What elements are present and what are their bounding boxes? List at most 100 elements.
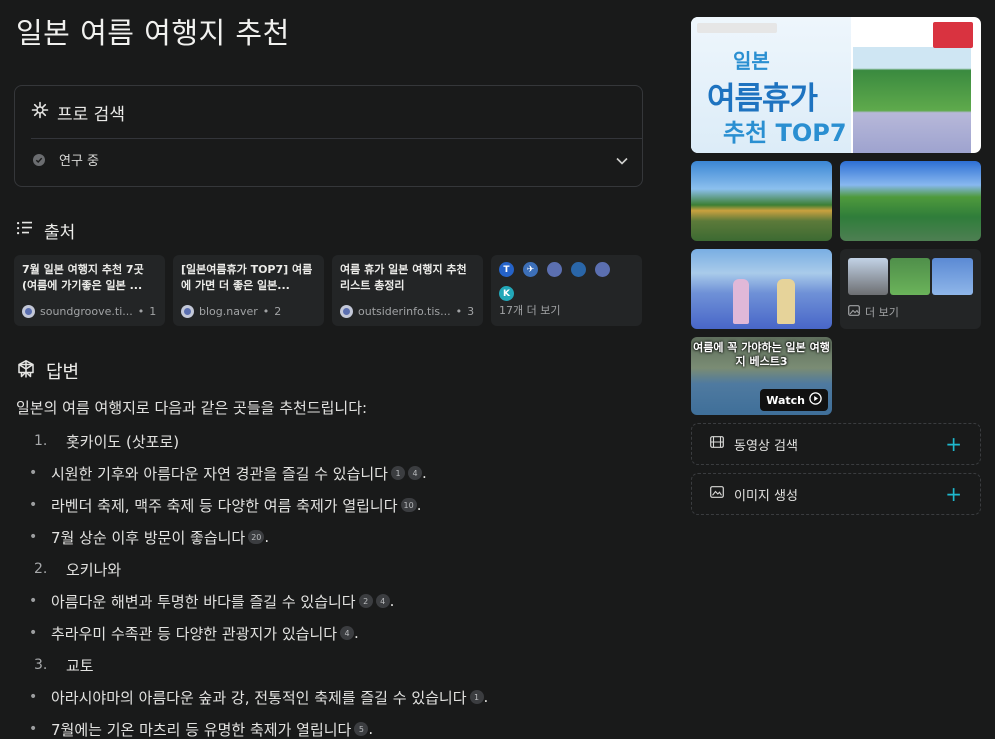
more-sources-card[interactable]: T ✈ K 17개 더 보기: [491, 255, 642, 326]
source-title: [일본여름휴가 TOP7] 여름에 가면 더 좋은 일본...: [181, 263, 313, 292]
answer-list: 1. 홋카이도 (삿포로) • 시원한 기후와 아름다운 자연 경관을 즐길 수 있습…: [16, 425, 636, 739]
hero-text-line3: 추천 TOP7: [723, 119, 847, 147]
period: .: [264, 528, 270, 546]
source-favicon-icon: [595, 262, 610, 277]
source-favicon-icon: K: [499, 286, 514, 301]
list-marker: •: [29, 497, 38, 513]
citation-badge[interactable]: 20: [248, 530, 265, 544]
citation-badge[interactable]: 4: [407, 466, 422, 480]
chevron-down-icon[interactable]: [614, 153, 630, 169]
citation-badge[interactable]: 5: [354, 722, 369, 736]
sparkle-icon: [31, 101, 49, 124]
pro-search-label: 프로 검색: [57, 104, 125, 125]
citation-badge[interactable]: 10: [400, 498, 417, 512]
video-thumbnail[interactable]: 여름에 꼭 가야하는 일본 여행지 베스트3 Watch: [691, 337, 832, 415]
list-item-text: 홋카이도 (삿포로): [66, 432, 180, 451]
page: 일본 여름 여행지 추천 프로 검색 연구 중 출처 7월 일본 여행지 추천 …: [0, 0, 995, 739]
list-marker: •: [29, 529, 38, 545]
source-card[interactable]: 7월 일본 여행지 추천 7곳 (여름에 가기좋은 일본 ... soundgr…: [14, 255, 165, 326]
source-title: 여름 휴가 일본 여행지 추천 리스트 총정리: [340, 263, 467, 292]
image-icon: [848, 305, 860, 319]
period: .: [368, 720, 374, 738]
bullet-item: • 라벤더 축제, 맥주 축제 등 다양한 여름 축제가 열립니다 10.: [16, 489, 636, 521]
list-item-text: 교토: [66, 656, 94, 675]
favicon-icon: [340, 305, 353, 318]
research-status-text: 연구 중: [59, 154, 100, 169]
source-domain: blog.naver: [199, 305, 258, 318]
more-sources-icons: T ✈ K: [499, 262, 619, 301]
source-cards: 7월 일본 여행지 추천 7곳 (여름에 가기좋은 일본 ... soundgr…: [14, 255, 642, 326]
period: .: [416, 496, 422, 514]
bullet-item: • 7월에는 기온 마츠리 등 유명한 축제가 열립니다 5.: [16, 713, 636, 739]
bullet-item: • 추라우미 수족관 등 다양한 관광지가 있습니다 4.: [16, 617, 636, 649]
mini-thumb: [932, 258, 973, 295]
image-thumbnail[interactable]: [691, 249, 832, 329]
citation-badge[interactable]: 4: [375, 594, 390, 608]
period: .: [483, 688, 489, 706]
list-icon: [16, 220, 34, 241]
research-status: 연구 중: [33, 150, 99, 169]
image-generate-label: 이미지 생성: [734, 488, 798, 504]
list-item-text: 아라시야마의 아름다운 숲과 강, 전통적인 축제를 즐길 수 있습니다: [51, 688, 467, 707]
bullet-item: • 시원한 기후와 아름다운 자연 경관을 즐길 수 있습니다 1 4.: [16, 457, 636, 489]
hero-text-line2: 여름휴가: [707, 81, 818, 117]
source-meta: outsiderinfo.tis... • 3: [340, 305, 477, 318]
video-search-button[interactable]: 동영상 검색 +: [691, 423, 981, 465]
plus-icon: +: [945, 482, 962, 506]
list-marker: •: [29, 625, 38, 641]
separator-dot: •: [455, 305, 463, 318]
period: .: [354, 624, 359, 642]
play-icon: [809, 392, 822, 408]
citation-badge[interactable]: 1: [469, 690, 484, 704]
source-meta: soundgroove.ti... • 1: [22, 305, 159, 318]
sources-label: 출처: [44, 223, 76, 243]
citation-badge[interactable]: 1: [390, 466, 405, 480]
source-domain: soundgroove.ti...: [40, 305, 133, 318]
hero-image[interactable]: 일본 여름휴가 추천 TOP7: [691, 17, 981, 153]
citation-badge[interactable]: 4: [340, 626, 355, 640]
list-marker: •: [29, 721, 38, 737]
list-marker: •: [29, 689, 38, 705]
list-marker: 1.: [34, 433, 48, 449]
image-generate-button[interactable]: 이미지 생성 +: [691, 473, 981, 515]
source-card[interactable]: [일본여름휴가 TOP7] 여름에 가면 더 좋은 일본... blog.nav…: [173, 255, 324, 326]
source-card[interactable]: 여름 휴가 일본 여행지 추천 리스트 총정리 outsiderinfo.tis…: [332, 255, 483, 326]
citation-badge[interactable]: 2: [358, 594, 373, 608]
separator-dot: •: [262, 305, 270, 318]
hero-banner: 일본 여름휴가 추천 TOP7: [691, 17, 851, 153]
source-favicon-icon: [571, 262, 586, 277]
source-title: 7월 일본 여행지 추천 7곳 (여름에 가기좋은 일본 ...: [22, 263, 144, 292]
video-search-label: 동영상 검색: [734, 438, 798, 454]
image-thumbnail[interactable]: [691, 161, 832, 241]
more-images-text: 더 보기: [865, 306, 899, 319]
numbered-item: 3. 교토: [16, 649, 636, 681]
list-item-text: 추라우미 수족관 등 다양한 관광지가 있습니다: [51, 624, 338, 643]
watch-label: Watch: [766, 393, 805, 407]
more-sources-label: 17개 더 보기: [499, 304, 561, 317]
favicon-icon: [22, 305, 35, 318]
pro-search-header[interactable]: 프로 검색: [31, 99, 125, 125]
hero-photo: [853, 47, 971, 153]
list-marker: •: [29, 593, 38, 609]
divider: [31, 138, 642, 139]
numbered-item: 1. 홋카이도 (삿포로): [16, 425, 636, 457]
source-favicon-icon: [547, 262, 562, 277]
favicon-icon: [181, 305, 194, 318]
list-marker: 2.: [34, 561, 48, 577]
source-favicon-icon: ✈: [523, 262, 538, 277]
watch-button[interactable]: Watch: [760, 389, 828, 411]
mini-thumb: [890, 258, 930, 295]
mini-thumb: [848, 258, 888, 295]
film-icon: [710, 436, 724, 452]
more-images-button[interactable]: 더 보기: [840, 249, 981, 329]
source-index: 1: [149, 305, 157, 318]
source-favicon-icon: T: [499, 262, 514, 277]
video-title: 여름에 꼭 가야하는 일본 여행지 베스트3: [693, 341, 830, 368]
answer-label: 답변: [46, 362, 80, 383]
list-item-text: 7월에는 기온 마츠리 등 유명한 축제가 열립니다: [51, 720, 352, 739]
image-thumbnail[interactable]: [840, 161, 981, 241]
period: .: [421, 464, 427, 482]
brand-logo: [697, 23, 777, 33]
source-index: 3: [467, 305, 475, 318]
list-item-text: 오키나와: [66, 560, 122, 579]
